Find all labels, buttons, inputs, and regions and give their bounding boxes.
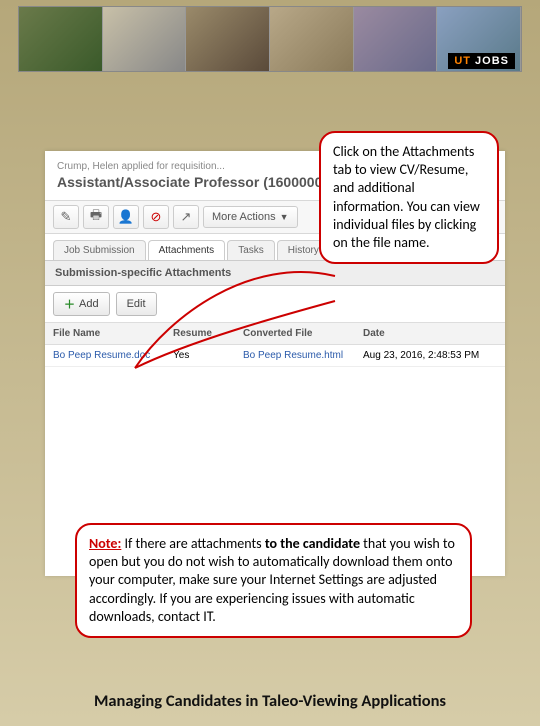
edit-icon[interactable]: ✎ [53,205,79,229]
share-icon[interactable]: ↗ [173,205,199,229]
callout-pointer [130,306,340,376]
slide-footer: Managing Candidates in Taleo-Viewing App… [0,691,540,711]
note-label: Note: [89,535,121,552]
ut-jobs-logo: UT JOBS [448,53,515,69]
date-cell: Aug 23, 2016, 2:48:53 PM [355,345,505,366]
instruction-callout: Click on the Attachments tab to view CV/… [319,131,499,264]
chevron-down-icon: ▼ [280,212,289,222]
header-banner: UT JOBS [18,6,522,72]
col-date: Date [355,323,505,344]
plus-icon: ＋ [64,296,75,312]
banner-image [186,7,270,71]
note-text-1: If there are attachments [121,535,264,552]
more-actions-dropdown[interactable]: More Actions ▼ [203,206,298,228]
tab-attachments[interactable]: Attachments [148,240,226,260]
banner-image [270,7,354,71]
add-button[interactable]: ＋ Add [53,292,110,316]
tab-tasks[interactable]: Tasks [227,240,275,260]
note-callout: Note: If there are attachments to the ca… [75,523,472,638]
callout-text: Click on the Attachments tab to view CV/… [333,143,480,251]
banner-image [19,7,103,71]
banner-image [103,7,187,71]
banner-image [354,7,438,71]
tab-job-submission[interactable]: Job Submission [53,240,146,260]
print-icon[interactable]: 🖶 [83,205,109,229]
cancel-icon[interactable]: ⊘ [143,205,169,229]
add-label: Add [79,298,99,310]
note-bold: to the candidate [265,535,360,552]
more-actions-label: More Actions [212,211,276,223]
user-icon[interactable]: 👤 [113,205,139,229]
